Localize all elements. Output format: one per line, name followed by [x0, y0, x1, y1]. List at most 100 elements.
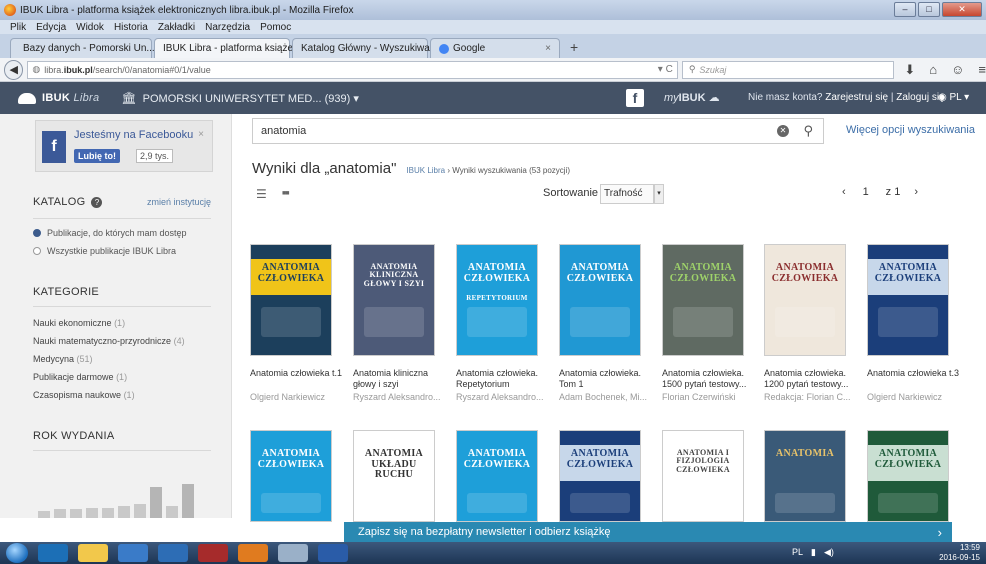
book-cover[interactable]: ANATOMIA CZŁOWIEKA: [250, 430, 332, 522]
globe-icon: ◉: [938, 92, 947, 103]
histogram-bar[interactable]: [118, 506, 130, 518]
start-button[interactable]: [6, 543, 28, 563]
histogram-bar[interactable]: [54, 509, 66, 518]
book-title[interactable]: Anatomia człowieka. Tom 1: [559, 368, 655, 391]
reload-icon[interactable]: ▾ C: [658, 64, 673, 75]
menu-historia[interactable]: Historia: [114, 22, 148, 33]
close-button[interactable]: ✕: [942, 2, 982, 17]
sort-select[interactable]: Trafność: [600, 184, 654, 204]
institution-selector[interactable]: 🏛 POMORSKI UNIWERSYTET MED... (939) ▾: [121, 91, 358, 105]
menu-plik[interactable]: Plik: [10, 22, 26, 33]
search-field[interactable]: anatomia ✕ ⚲: [252, 118, 824, 144]
book-cover[interactable]: ANATOMIA CZŁOWIEKA: [250, 244, 332, 356]
histogram-bar[interactable]: [166, 506, 178, 518]
taskbar-app-icon[interactable]: [198, 544, 228, 562]
next-page-button[interactable]: ›: [914, 186, 918, 198]
myibuk-link[interactable]: myIBUK ☁: [664, 91, 720, 104]
tab-bazy-danych[interactable]: Bazy danych - Pomorski Un... ×: [10, 38, 167, 58]
clock[interactable]: 13:59 2016-09-15: [939, 543, 980, 563]
taskbar-app-icon[interactable]: [118, 544, 148, 562]
grid-view-icon[interactable]: ■■: [282, 190, 290, 197]
book-title[interactable]: Anatomia człowieka. 1200 pytań testowy..…: [764, 368, 860, 391]
taskbar-app-icon[interactable]: [158, 544, 188, 562]
back-button[interactable]: ◀: [4, 59, 24, 80]
book-cover[interactable]: ANATOMIA CZŁOWIEKA: [867, 244, 949, 356]
histogram-bar[interactable]: [70, 509, 82, 518]
histogram-bar[interactable]: [150, 487, 162, 518]
access-option-mine[interactable]: Publikacje, do których mam dostęp: [33, 228, 187, 238]
register-link[interactable]: Zarejestruj się: [825, 92, 888, 103]
book-title[interactable]: Anatomia kliniczna głowy i szyi: [353, 368, 449, 391]
search-icon[interactable]: ⚲: [803, 123, 813, 139]
book-cover[interactable]: ANATOMIA I FIZJOLOGIA CZŁOWIEKA: [662, 430, 744, 522]
book-cover[interactable]: ANATOMIA CZŁOWIEKA: [764, 244, 846, 356]
year-histogram[interactable]: [38, 484, 208, 518]
taskbar-app-icon[interactable]: [318, 544, 348, 562]
histogram-bar[interactable]: [134, 504, 146, 518]
tab-ibuk-libra[interactable]: IBUK Libra - platforma książek ... ×: [154, 38, 321, 58]
book-cover[interactable]: ANATOMIA CZŁOWIEKA: [559, 430, 641, 522]
volume-icon[interactable]: ◀): [824, 547, 834, 558]
clear-icon[interactable]: ✕: [777, 125, 789, 137]
browser-search-field[interactable]: ⚲ Szukaj: [681, 60, 895, 79]
category-item[interactable]: Czasopisma naukowe (1): [33, 390, 135, 400]
list-view-icon[interactable]: ☰: [256, 187, 267, 201]
language-selector[interactable]: ◉ PL ▾: [938, 92, 969, 103]
book-cover[interactable]: ANATOMIA: [764, 430, 846, 522]
help-icon[interactable]: ?: [91, 196, 103, 208]
facebook-icon[interactable]: f: [626, 89, 644, 107]
taskbar-app-icon[interactable]: [238, 544, 268, 562]
menu-edycja[interactable]: Edycja: [36, 22, 66, 33]
newsletter-banner[interactable]: Zapisz się na bezpłatny newsletter i odb…: [344, 522, 952, 542]
breadcrumb-home[interactable]: IBUK Libra: [406, 166, 445, 175]
tab-close-icon[interactable]: ×: [545, 43, 551, 54]
new-tab-button[interactable]: +: [570, 38, 578, 58]
download-icon[interactable]: ⬇: [904, 62, 915, 78]
ibuk-logo[interactable]: IBUK Libra: [18, 92, 99, 104]
histogram-bar[interactable]: [182, 484, 194, 518]
maximize-button[interactable]: □: [918, 2, 940, 17]
home-icon[interactable]: ⌂: [929, 62, 937, 78]
menu-widok[interactable]: Widok: [76, 22, 104, 33]
taskbar-app-icon[interactable]: [278, 544, 308, 562]
network-icon[interactable]: ▮: [811, 547, 816, 558]
advanced-search-link[interactable]: Więcej opcji wyszukiwania: [846, 124, 975, 136]
book-cover[interactable]: ANATOMIA UKŁADU RUCHU: [353, 430, 435, 522]
dropdown-arrow-icon[interactable]: ▾: [654, 184, 664, 204]
language-indicator[interactable]: PL: [792, 547, 803, 558]
histogram-bar[interactable]: [102, 508, 114, 518]
prev-page-button[interactable]: ‹: [842, 186, 846, 198]
book-cover[interactable]: ANATOMIA CZŁOWIEKA: [559, 244, 641, 356]
book-title[interactable]: Anatomia człowieka. 1500 pytań testowy..…: [662, 368, 758, 391]
change-institution-link[interactable]: zmień instytucję: [147, 197, 211, 207]
menu-pomoc[interactable]: Pomoc: [260, 22, 291, 33]
menu-narzedzia[interactable]: Narzędzia: [205, 22, 250, 33]
address-bar[interactable]: ◍ libra. ibuk.pl/search/0/anatomia#0/1/va…: [27, 60, 678, 79]
sync-icon[interactable]: ☺: [951, 62, 964, 78]
book-title[interactable]: Anatomia człowieka t.1: [250, 368, 346, 379]
book-title[interactable]: Anatomia człowieka. Repetytorium: [456, 368, 552, 391]
book-cover[interactable]: ANATOMIA CZŁOWIEKA: [662, 244, 744, 356]
book-cover[interactable]: ANATOMIA CZŁOWIEKA: [456, 430, 538, 522]
category-item[interactable]: Nauki ekonomiczne (1): [33, 318, 125, 328]
book-title[interactable]: Anatomia człowieka t.3: [867, 368, 963, 379]
like-button[interactable]: Lubię to!: [74, 149, 120, 163]
tab-google[interactable]: Google ×: [430, 38, 560, 58]
close-icon[interactable]: ×: [198, 129, 204, 140]
minimize-button[interactable]: –: [894, 2, 916, 17]
category-item[interactable]: Nauki matematyczno-przyrodnicze (4): [33, 336, 185, 346]
taskbar-app-icon[interactable]: [38, 544, 68, 562]
menu-zakladki[interactable]: Zakładki: [158, 22, 195, 33]
histogram-bar[interactable]: [86, 508, 98, 518]
book-cover[interactable]: ANATOMIA KLINICZNA GŁOWY I SZYI: [353, 244, 435, 356]
access-option-all[interactable]: Wszystkie publikacje IBUK Libra: [33, 246, 176, 256]
tab-katalog-glowny[interactable]: Katalog Główny - Wyszukiwanie ×: [292, 38, 455, 58]
chevron-right-icon[interactable]: ›: [938, 525, 942, 540]
taskbar-app-icon[interactable]: [78, 544, 108, 562]
histogram-bar[interactable]: [38, 511, 50, 518]
book-cover[interactable]: ANATOMIA CZŁOWIEKA REPETYTORIUM: [456, 244, 538, 356]
category-item[interactable]: Medycyna (51): [33, 354, 93, 364]
menu-icon[interactable]: ≡: [978, 62, 986, 78]
category-item[interactable]: Publikacje darmowe (1): [33, 372, 127, 382]
book-cover[interactable]: ANATOMIA CZŁOWIEKA: [867, 430, 949, 522]
